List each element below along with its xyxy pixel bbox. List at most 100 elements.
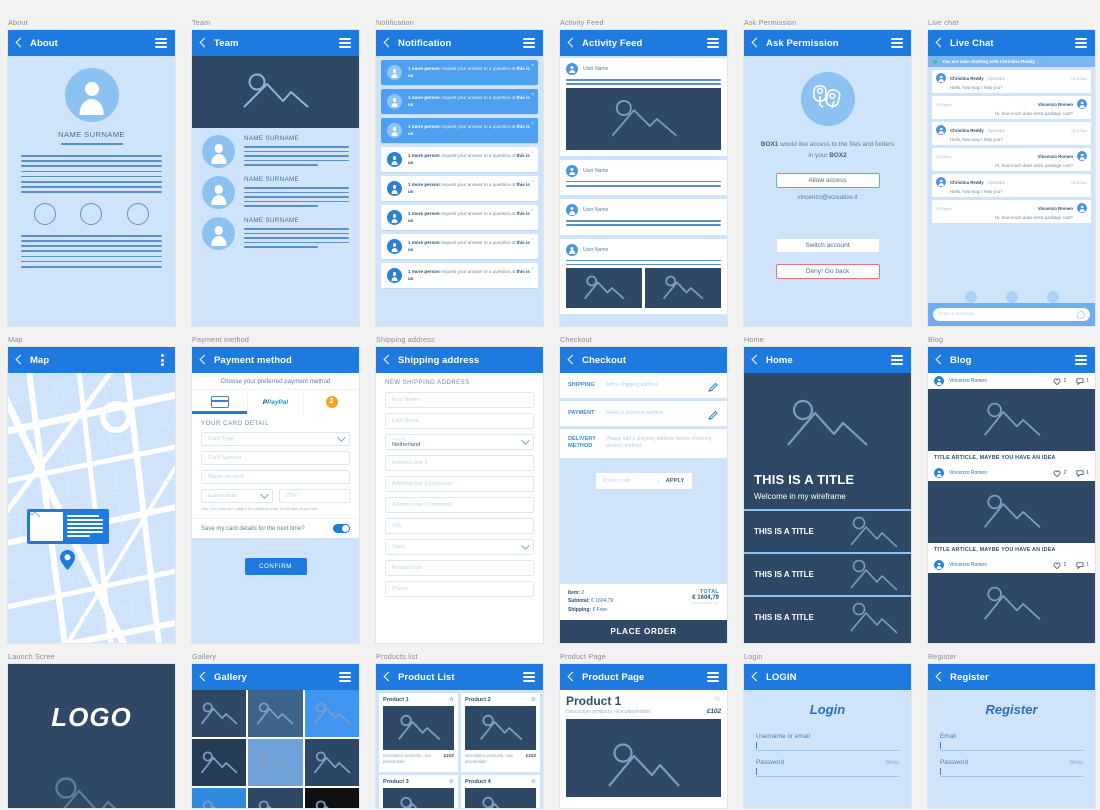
hamburger-menu-icon[interactable] <box>707 38 719 48</box>
like-count[interactable]: 2 <box>1053 378 1066 385</box>
product-card[interactable]: Product 4☆ Description products, nice pl… <box>461 775 540 808</box>
notification-item[interactable]: 1 more person request your answer to a q… <box>381 176 538 201</box>
notification-item[interactable]: 1 more person request your answer to a q… <box>381 60 538 85</box>
hamburger-menu-icon[interactable] <box>523 38 535 48</box>
home-list-item[interactable]: THIS IS A TITLE <box>744 509 911 552</box>
back-chevron-icon[interactable] <box>936 38 943 49</box>
card-type-select[interactable]: Card Type <box>201 432 350 446</box>
back-chevron-icon[interactable] <box>568 672 575 683</box>
dismiss-icon[interactable]: × <box>531 266 534 272</box>
back-chevron-icon[interactable] <box>200 38 207 49</box>
hamburger-menu-icon[interactable] <box>1075 38 1087 48</box>
hamburger-menu-icon[interactable] <box>707 672 719 682</box>
hamburger-menu-icon[interactable] <box>523 672 535 682</box>
shipping-field[interactable]: Country Netherland <box>385 434 534 450</box>
dismiss-icon[interactable]: × <box>531 237 534 243</box>
edit-pencil-icon[interactable] <box>708 380 719 392</box>
team-member[interactable]: NAME SURNAME <box>192 128 359 169</box>
expire-date-select[interactable]: Expire date <box>201 489 273 503</box>
payment-tab-paypal[interactable]: PPayPal <box>248 390 304 414</box>
shipping-field[interactable]: Address line 1 <box>385 455 534 471</box>
dismiss-icon[interactable]: × <box>531 92 534 98</box>
comment-count[interactable]: 1 <box>1076 561 1089 569</box>
password-input[interactable] <box>756 766 899 777</box>
feed-post[interactable]: User Name <box>560 58 727 156</box>
edit-pencil-icon[interactable] <box>708 408 719 420</box>
product-card[interactable]: Product 3☆ Description products, nice pl… <box>379 775 458 808</box>
favorite-star-icon[interactable]: ☆ <box>531 696 536 703</box>
team-member[interactable]: NAME SURNAME <box>192 169 359 210</box>
hamburger-menu-icon[interactable] <box>1075 355 1087 365</box>
shipping-field[interactable]: Address line 3 (optional) <box>385 497 534 513</box>
back-chevron-icon[interactable] <box>200 355 207 366</box>
like-count[interactable]: 2 <box>1053 562 1066 569</box>
checkout-row-delivery[interactable]: DELIVERY METHOD Please add a shipping ad… <box>560 429 727 461</box>
shipping-field[interactable]: Phone <box>385 581 534 597</box>
card-number-input[interactable]: Card Number <box>201 451 350 465</box>
map-info-card[interactable] <box>27 509 109 544</box>
dismiss-icon[interactable]: × <box>531 208 534 214</box>
shipping-field[interactable]: Last Name <box>385 413 534 429</box>
save-card-row[interactable]: Save my card details for the next time? <box>192 518 359 538</box>
gallery-tile[interactable] <box>304 739 359 786</box>
gallery-tile[interactable] <box>304 690 359 737</box>
switch-account-button[interactable]: Switch account <box>775 237 880 253</box>
overflow-menu-icon[interactable] <box>161 354 164 366</box>
payment-tab-other[interactable] <box>304 390 359 414</box>
dismiss-icon[interactable]: × <box>531 121 534 127</box>
favorite-star-icon[interactable]: ☆ <box>531 778 536 785</box>
back-chevron-icon[interactable] <box>752 355 759 366</box>
payment-tab-credit-card[interactable] <box>192 390 248 414</box>
chat-message-input[interactable]: Enter a message <box>933 308 1090 321</box>
home-list-item[interactable]: THIS IS A TITLE <box>744 552 911 595</box>
comment-count[interactable]: 1 <box>1076 377 1089 385</box>
about-circle-icons[interactable] <box>22 202 161 225</box>
map-body[interactable] <box>8 373 175 643</box>
confirm-button[interactable]: CONFIRM <box>244 558 307 575</box>
back-chevron-icon[interactable] <box>568 355 575 366</box>
feed-post[interactable]: User Name <box>560 199 727 235</box>
gallery-tile[interactable] <box>192 690 247 737</box>
save-card-toggle[interactable] <box>333 524 350 533</box>
favorite-star-icon[interactable]: ☆ <box>449 778 454 785</box>
blog-title[interactable]: TITLE ARTICLE, MAYBE YOU HAVE AN IDEA <box>928 543 1095 557</box>
shipping-field[interactable]: State <box>385 539 534 555</box>
back-chevron-icon[interactable] <box>568 38 575 49</box>
checkout-row-payment[interactable]: PAYMENT Select a payment method <box>560 401 727 429</box>
back-chevron-icon[interactable] <box>752 38 759 49</box>
shipping-field[interactable]: First Name <box>385 392 534 408</box>
deny-go-back-button[interactable]: Deny! Go back <box>775 263 880 279</box>
shipping-field[interactable]: Address line 2 (optional) <box>385 476 534 492</box>
promo-code-input[interactable]: Promo code <box>596 478 658 484</box>
send-bubble-icon[interactable] <box>1077 310 1085 319</box>
back-chevron-icon[interactable] <box>384 38 391 49</box>
gallery-tile[interactable] <box>248 739 303 786</box>
home-hero[interactable]: THIS IS A TITLE Welcome in my wireframe <box>744 373 911 509</box>
back-chevron-icon[interactable] <box>200 672 207 683</box>
gallery-tile[interactable] <box>192 739 247 786</box>
back-chevron-icon[interactable] <box>936 355 943 366</box>
email-input[interactable] <box>940 740 1083 751</box>
back-chevron-icon[interactable] <box>16 38 23 49</box>
back-chevron-icon[interactable] <box>384 355 391 366</box>
promo-code-row[interactable]: Promo code APPLY <box>595 472 692 489</box>
back-chevron-icon[interactable] <box>936 672 943 683</box>
shipping-field[interactable]: Postal Code <box>385 560 534 576</box>
notification-item[interactable]: 1 more person request your answer to a q… <box>381 263 538 288</box>
notification-item[interactable]: 1 more person request your answer to a q… <box>381 205 538 230</box>
gallery-tile[interactable] <box>248 690 303 737</box>
dismiss-icon[interactable]: × <box>531 63 534 69</box>
hamburger-menu-icon[interactable] <box>155 38 167 48</box>
hamburger-menu-icon[interactable] <box>891 38 903 48</box>
allow-access-button[interactable]: Allow access <box>775 172 880 188</box>
dismiss-icon[interactable]: × <box>531 150 534 156</box>
feed-post[interactable]: User Name <box>560 238 727 315</box>
place-order-button[interactable]: PLACE ORDER <box>560 620 727 643</box>
like-count[interactable]: 2 <box>1053 470 1066 477</box>
notification-item[interactable]: 1 more person request your answer to a q… <box>381 89 538 114</box>
dismiss-icon[interactable]: × <box>531 179 534 185</box>
comment-count[interactable]: 1 <box>1076 469 1089 477</box>
password-input[interactable] <box>940 766 1083 777</box>
notification-item[interactable]: 1 more person request your answer to a q… <box>381 118 538 143</box>
notification-item[interactable]: 1 more person request your answer to a q… <box>381 234 538 259</box>
